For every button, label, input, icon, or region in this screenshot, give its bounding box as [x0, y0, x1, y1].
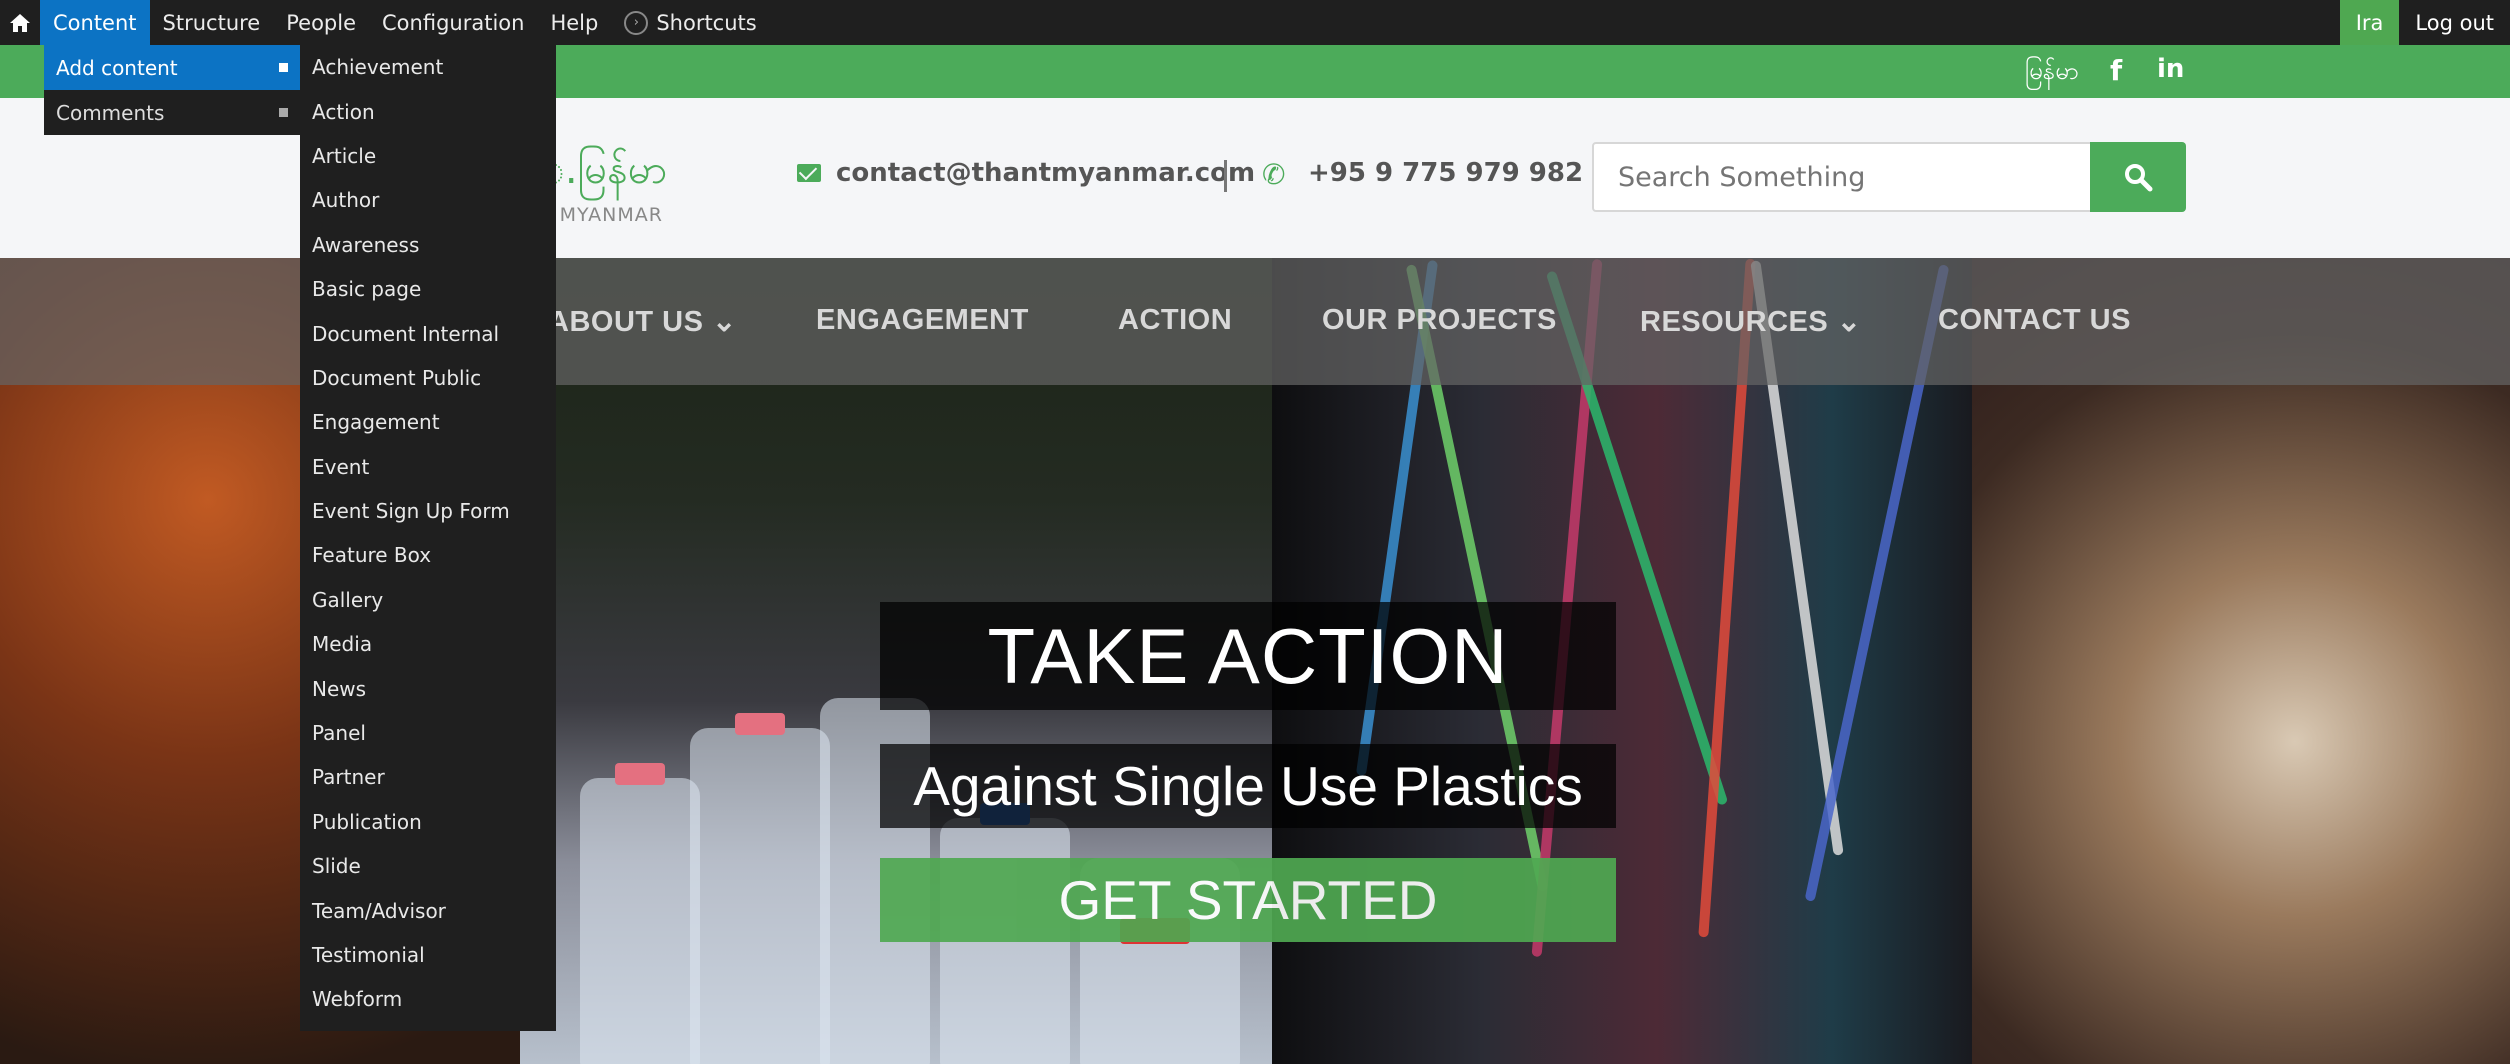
language-switcher[interactable]: မြန်မာ: [2025, 55, 2079, 91]
search-button[interactable]: [2090, 142, 2186, 212]
add-content-event-sign-up-form[interactable]: Event Sign Up Form: [300, 489, 556, 533]
get-started-button[interactable]: GET STARTED: [880, 858, 1616, 942]
nav-item-contact-us[interactable]: CONTACT US: [1938, 304, 2131, 337]
nav-item-our-projects[interactable]: OUR PROJECTS: [1322, 304, 1557, 337]
menu-item-add-content[interactable]: Add content: [44, 45, 300, 90]
add-content-document-public[interactable]: Document Public: [300, 356, 556, 400]
toolbar-tab-structure[interactable]: Structure: [150, 0, 274, 45]
add-content-achievement[interactable]: Achievement: [300, 45, 556, 89]
add-content-author[interactable]: Author: [300, 178, 556, 222]
nav-item-action[interactable]: ACTION: [1118, 304, 1232, 337]
admin-toolbar: Content Structure People Configuration H…: [0, 0, 2510, 45]
add-content-gallery[interactable]: Gallery: [300, 578, 556, 622]
phone-icon: ✆: [1262, 158, 1286, 191]
toolbar-tab-people[interactable]: People: [273, 0, 369, 45]
site-logo-subtitle: T MYANMAR: [540, 204, 663, 226]
nav-label: RESOURCES: [1640, 306, 1829, 338]
menu-item-label: Add content: [56, 55, 178, 80]
add-content-slide[interactable]: Slide: [300, 844, 556, 888]
add-content-feature-box[interactable]: Feature Box: [300, 533, 556, 577]
add-content-awareness[interactable]: Awareness: [300, 223, 556, 267]
contact-divider: [1224, 160, 1227, 192]
toolbar-tab-content[interactable]: Content: [40, 0, 150, 45]
add-content-engagement[interactable]: Engagement: [300, 400, 556, 444]
home-icon[interactable]: [0, 0, 40, 45]
search-icon: [2125, 164, 2153, 192]
submenu-indicator-icon: [279, 108, 288, 117]
content-menu: Add content Comments: [44, 45, 300, 135]
add-content-news[interactable]: News: [300, 666, 556, 710]
add-content-basic-page[interactable]: Basic page: [300, 267, 556, 311]
add-content-article[interactable]: Article: [300, 134, 556, 178]
hero-title: TAKE ACTION: [880, 602, 1616, 710]
chevron-down-icon: ⌄: [712, 306, 737, 338]
hero-subtitle: Against Single Use Plastics: [880, 744, 1616, 828]
menu-item-label: Comments: [56, 100, 165, 125]
add-content-webform[interactable]: Webform: [300, 977, 556, 1021]
add-content-submenu: Achievement Action Article Author Awaren…: [300, 45, 556, 1031]
add-content-document-internal[interactable]: Document Internal: [300, 311, 556, 355]
add-content-testimonial[interactable]: Testimonial: [300, 933, 556, 977]
add-content-publication[interactable]: Publication: [300, 800, 556, 844]
nav-item-about-us[interactable]: ABOUT US ⌄: [548, 304, 737, 339]
toolbar-tab-shortcuts[interactable]: › Shortcuts: [611, 0, 769, 45]
search-input[interactable]: [1592, 142, 2092, 212]
contact-email-link[interactable]: contact@thantmyanmar.com: [836, 158, 1255, 188]
add-content-panel[interactable]: Panel: [300, 711, 556, 755]
add-content-partner[interactable]: Partner: [300, 755, 556, 799]
add-content-action[interactable]: Action: [300, 89, 556, 133]
contact-phone-link[interactable]: +95 9 775 979 982: [1308, 158, 1583, 188]
logout-button[interactable]: Log out: [2399, 0, 2510, 45]
submenu-indicator-icon: [279, 63, 288, 72]
nav-label: ABOUT US: [548, 306, 704, 338]
facebook-icon[interactable]: f: [2110, 54, 2122, 87]
nav-item-resources[interactable]: RESOURCES ⌄: [1640, 304, 1862, 339]
add-content-event[interactable]: Event: [300, 445, 556, 489]
nav-item-engagement[interactable]: ENGAGEMENT: [816, 304, 1029, 337]
linkedin-icon[interactable]: in: [2157, 54, 2184, 84]
user-account-button[interactable]: Ira: [2339, 0, 2400, 45]
toolbar-tab-help[interactable]: Help: [537, 0, 611, 45]
admin-user-area: Ira Log out: [2339, 0, 2510, 45]
chevron-down-icon: ⌄: [1836, 306, 1862, 338]
add-content-team-advisor[interactable]: Team/Advisor: [300, 888, 556, 932]
add-content-media[interactable]: Media: [300, 622, 556, 666]
envelope-icon: [797, 164, 821, 182]
shortcuts-label: Shortcuts: [656, 10, 757, 35]
toolbar-tab-configuration[interactable]: Configuration: [369, 0, 537, 45]
shortcut-star-icon: ›: [624, 10, 649, 35]
site-logo[interactable]: ံ.မြန်မာ: [540, 144, 667, 203]
menu-item-comments[interactable]: Comments: [44, 90, 300, 135]
